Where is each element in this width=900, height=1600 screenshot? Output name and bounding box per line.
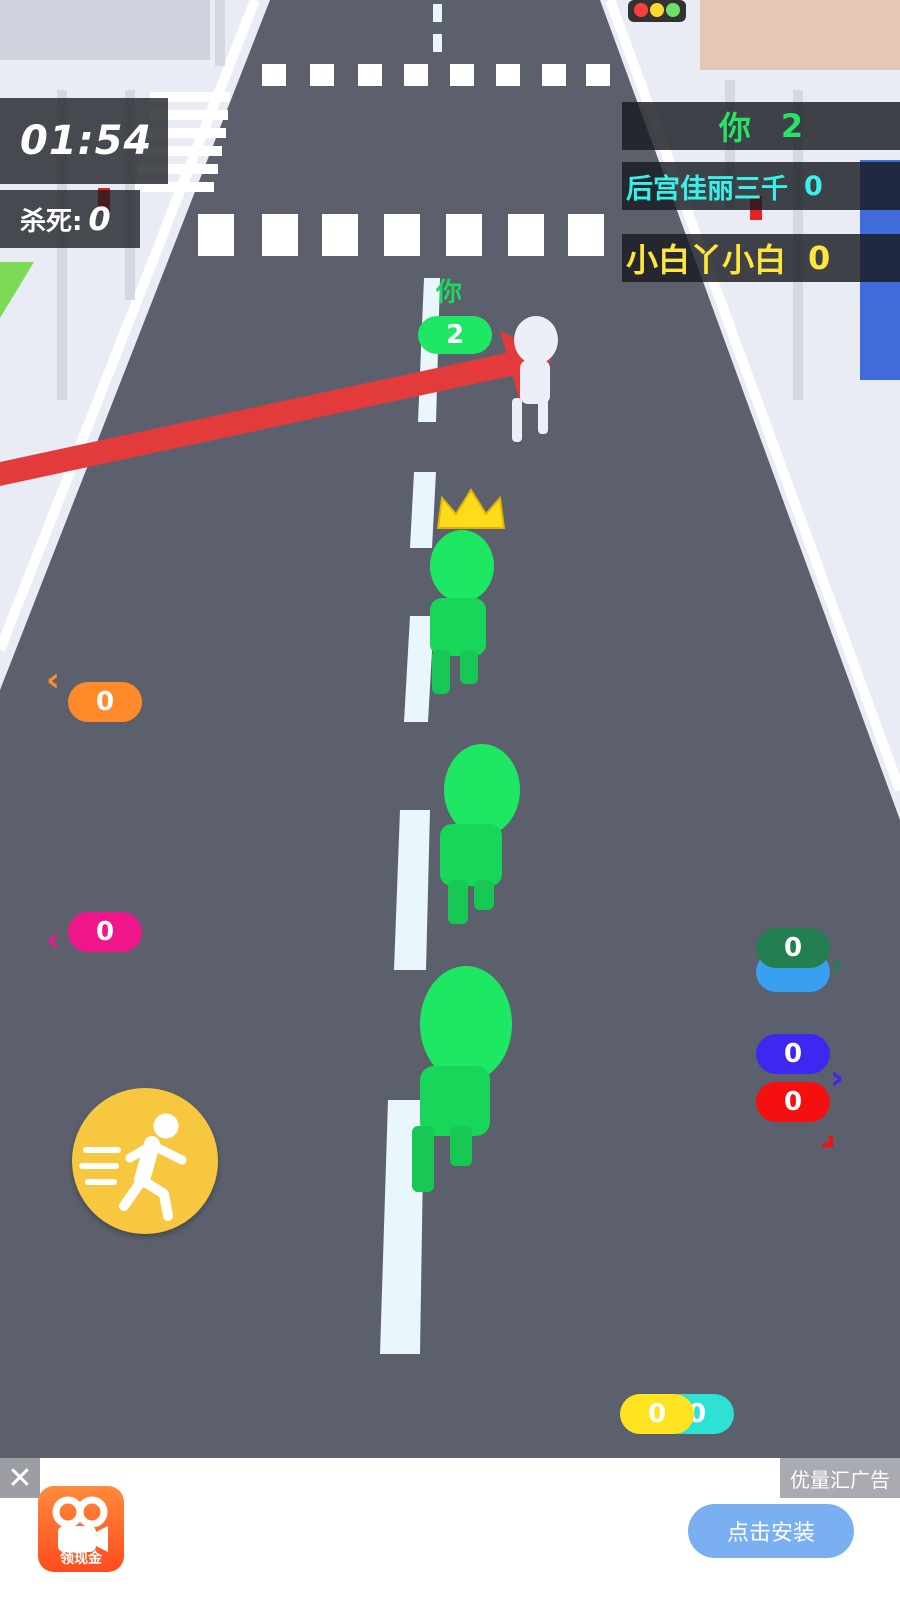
rival-count-orange: 0 bbox=[95, 687, 115, 717]
traffic-light bbox=[628, 0, 686, 22]
timer-value: 01:54 bbox=[20, 118, 153, 164]
leaderboard-score-1: 2 bbox=[780, 107, 804, 145]
rival-count-blue: 0 bbox=[783, 1039, 803, 1069]
chevron-left-icon: ‹ bbox=[46, 660, 61, 700]
leaderboard-name-1: 你 bbox=[718, 109, 751, 147]
ad-source-tag: 优量汇广告 bbox=[780, 1458, 900, 1498]
ad-banner[interactable]: ✕ 优量汇广告 领现金 点击安装 bbox=[0, 1458, 900, 1600]
leaderboard-row-2: 后宫佳丽三千 0 bbox=[622, 162, 900, 210]
left-building bbox=[0, 0, 210, 60]
chevron-left-icon: ‹ bbox=[46, 920, 61, 960]
leaderboard-name-2: 后宫佳丽三千 bbox=[626, 173, 788, 205]
leaderboard-score-3: 0 bbox=[808, 239, 831, 277]
player-count: 2 bbox=[445, 320, 465, 350]
kills-label: 杀死: bbox=[20, 206, 83, 237]
leaderboard-row-1: 你 2 bbox=[622, 102, 900, 150]
kill-counter: 杀死: 0 bbox=[0, 190, 140, 248]
player-name-tag: 你 bbox=[436, 278, 463, 308]
app-icon-label: 领现金 bbox=[60, 1551, 102, 1567]
rival-count-pink: 0 bbox=[95, 917, 115, 947]
rival-count-green: 0 bbox=[783, 933, 803, 963]
chevron-right-icon: › bbox=[830, 944, 845, 984]
app-icon[interactable]: 领现金 bbox=[38, 1486, 124, 1572]
leaderboard-score-2: 0 bbox=[804, 170, 823, 202]
rival-badge-red: 0 bbox=[756, 1082, 830, 1122]
chevron-right-icon: › bbox=[830, 1058, 845, 1098]
player-count-badge: 2 bbox=[418, 316, 492, 354]
right-building bbox=[700, 0, 900, 70]
rival-badge-green: 0 bbox=[756, 928, 830, 968]
install-button[interactable]: 点击安装 bbox=[688, 1504, 854, 1558]
leaderboard-name-3: 小白丫小白 bbox=[626, 241, 787, 279]
rival-badge-yellow: 0 bbox=[620, 1394, 694, 1434]
rival-count-red: 0 bbox=[783, 1087, 803, 1117]
kills-value: 0 bbox=[88, 200, 111, 238]
match-timer: 01:54 bbox=[0, 98, 168, 184]
crown-icon bbox=[436, 488, 506, 529]
sprint-button[interactable] bbox=[72, 1088, 218, 1234]
chevron-down-icon: ⌟ bbox=[820, 1112, 836, 1152]
rival-badge-blue: 0 bbox=[756, 1034, 830, 1074]
running-man-icon bbox=[79, 1113, 187, 1221]
leaderboard-row-3: 小白丫小白 0 bbox=[622, 234, 900, 282]
game-screen: 你 2 01:54 杀死: 0 你 2 后宫佳丽三千 0 小白丫小白 0 ‹ 0… bbox=[0, 0, 900, 1600]
rival-badge-pink: 0 bbox=[68, 912, 142, 952]
rival-count-yellow: 0 bbox=[647, 1399, 667, 1429]
close-icon[interactable]: ✕ bbox=[0, 1458, 40, 1498]
rival-badge-orange: 0 bbox=[68, 682, 142, 722]
